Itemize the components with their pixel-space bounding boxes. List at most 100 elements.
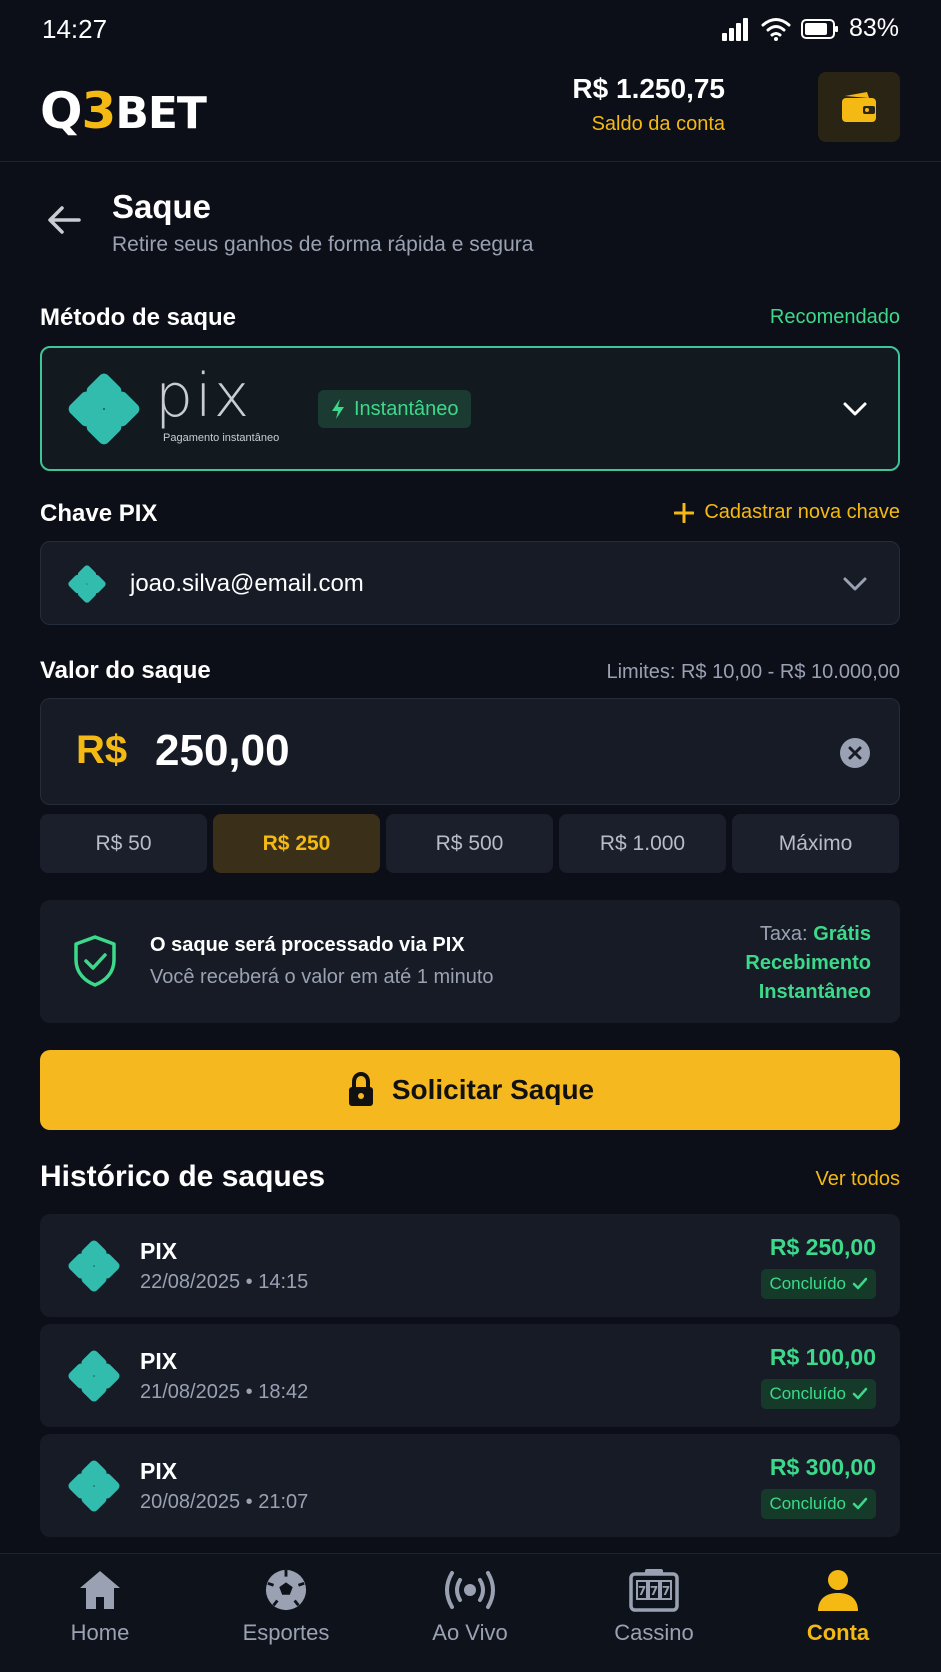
user-icon <box>818 1570 858 1611</box>
amount-value[interactable]: 250,00 <box>155 726 290 776</box>
soccer-ball-icon <box>265 1569 307 1611</box>
history-row[interactable]: PIX 20/08/2025 • 21:07 R$ 300,00 Concluí… <box>40 1434 900 1537</box>
history-date: 22/08/2025 • 14:15 <box>140 1271 309 1293</box>
add-pix-key-link[interactable]: Cadastrar nova chave <box>674 501 900 524</box>
status-time: 14:27 <box>42 14 108 44</box>
fee-label: Taxa: <box>759 923 808 945</box>
check-icon <box>852 1387 868 1400</box>
nav-label: Cassino <box>614 1620 694 1645</box>
home-icon <box>80 1571 120 1609</box>
balance-label: Saldo da conta <box>591 113 725 135</box>
plus-icon <box>674 502 695 523</box>
pix-key-value: joao.silva@email.com <box>130 570 364 597</box>
slot-machine-icon: 7 7 7 <box>629 1569 679 1612</box>
svg-text:7: 7 <box>650 1584 658 1598</box>
clear-amount-button[interactable] <box>840 738 870 768</box>
info-title: O saque será processado via PIX <box>150 934 465 956</box>
chevron-down-icon <box>842 571 868 597</box>
svg-text:7: 7 <box>662 1584 670 1598</box>
svg-text:7: 7 <box>638 1584 646 1598</box>
logo-3: 3 <box>81 82 117 140</box>
close-icon <box>848 746 862 760</box>
amount-label: Valor do saque <box>40 657 211 684</box>
account-balance: R$ 1.250,75 Saldo da conta <box>465 73 725 136</box>
pix-caption: Pagamento instantâneo <box>163 432 280 444</box>
quick-amount-50[interactable]: R$ 50 <box>40 814 207 873</box>
back-button[interactable] <box>40 196 88 244</box>
recommended-label: Recomendado <box>769 306 900 328</box>
bottom-nav: Home Esportes Ao Vivo 7 7 7 Cassino Cont… <box>0 1553 941 1672</box>
arrow-left-icon <box>48 206 81 234</box>
pix-icon <box>68 565 106 603</box>
battery-icon <box>800 18 838 39</box>
pix-logo-icon <box>68 373 140 445</box>
logo-bet: BET <box>115 88 207 139</box>
logo-q: Q <box>40 82 83 140</box>
status-indicators: 83% <box>721 14 899 43</box>
signal-icon <box>721 17 748 41</box>
wallet-button[interactable] <box>818 72 900 142</box>
status-badge: Concluído <box>761 1269 876 1299</box>
quick-amount-250[interactable]: R$ 250 <box>213 814 380 873</box>
battery-percent: 83% <box>848 14 899 42</box>
pix-wordmark: pix <box>155 361 252 431</box>
page-title: Saque <box>112 188 212 225</box>
shield-check-icon <box>74 935 116 987</box>
history-date: 21/08/2025 • 18:42 <box>140 1381 309 1403</box>
wifi-icon <box>761 17 791 41</box>
history-method: PIX <box>140 1348 178 1374</box>
brand-logo[interactable]: Q3BET <box>40 82 207 140</box>
balance-value: R$ 1.250,75 <box>572 73 725 104</box>
amount-currency: R$ <box>76 728 128 772</box>
nav-label: Home <box>70 1620 130 1645</box>
nav-label: Conta <box>806 1620 870 1645</box>
method-label: Método de saque <box>40 304 237 331</box>
quick-amount-1000[interactable]: R$ 1.000 <box>559 814 726 873</box>
instant-badge: Instantâneo <box>318 390 471 428</box>
history-row[interactable]: PIX 21/08/2025 • 18:42 R$ 100,00 Concluí… <box>40 1324 900 1427</box>
quick-amount-max[interactable]: Máximo <box>732 814 899 873</box>
history-amount: R$ 100,00 <box>769 1344 876 1370</box>
nav-item-home[interactable]: Home <box>30 1568 170 1646</box>
live-broadcast-icon <box>445 1571 495 1609</box>
instant-badge-label: Instantâneo <box>354 397 459 420</box>
add-pix-key-label: Cadastrar nova chave <box>704 501 900 523</box>
see-all-link[interactable]: Ver todos <box>815 1168 900 1191</box>
request-withdraw-label: Solicitar Saque <box>391 1074 595 1105</box>
history-row[interactable]: PIX 22/08/2025 • 14:15 R$ 250,00 Concluí… <box>40 1214 900 1317</box>
pix-key-label: Chave PIX <box>40 500 158 527</box>
lock-icon <box>348 1072 373 1106</box>
nav-item-esportes[interactable]: Esportes <box>216 1568 356 1646</box>
status-label: Concluído <box>769 1384 846 1403</box>
receipt-line-1: Recebimento <box>745 952 871 974</box>
history-method: PIX <box>140 1458 178 1484</box>
check-icon <box>852 1277 868 1290</box>
nav-item-cassino[interactable]: 7 7 7 Cassino <box>584 1568 724 1646</box>
request-withdraw-button[interactable]: Solicitar Saque <box>40 1050 900 1130</box>
nav-item-conta[interactable]: Conta <box>768 1568 908 1646</box>
receipt-line-2: Instantâneo <box>758 981 871 1003</box>
pix-icon <box>68 1350 120 1402</box>
pix-icon <box>68 1460 120 1512</box>
pix-icon <box>68 1240 120 1292</box>
history-date: 20/08/2025 • 21:07 <box>140 1491 309 1513</box>
page-subtitle: Retire seus ganhos de forma rápida e seg… <box>112 233 534 256</box>
fee-info: Taxa: Grátis Recebimento Instantâneo <box>745 920 871 1007</box>
status-badge: Concluído <box>761 1379 876 1409</box>
history-title: Histórico de saques <box>40 1160 326 1193</box>
status-label: Concluído <box>769 1274 846 1293</box>
nav-item-ao-vivo[interactable]: Ao Vivo <box>400 1568 540 1646</box>
nav-label: Ao Vivo <box>432 1620 508 1645</box>
wallet-icon <box>842 92 876 122</box>
info-subtitle: Você receberá o valor em até 1 minuto <box>150 966 494 988</box>
nav-label: Esportes <box>242 1620 330 1645</box>
amount-limits: Limites: R$ 10,00 - R$ 10.000,00 <box>606 661 900 683</box>
history-amount: R$ 300,00 <box>769 1454 876 1480</box>
history-method: PIX <box>140 1238 178 1264</box>
history-amount: R$ 250,00 <box>769 1234 876 1260</box>
check-icon <box>852 1497 868 1510</box>
quick-amount-500[interactable]: R$ 500 <box>386 814 553 873</box>
status-label: Concluído <box>769 1494 846 1513</box>
fee-value: Grátis <box>813 923 871 945</box>
status-badge: Concluído <box>761 1489 876 1519</box>
